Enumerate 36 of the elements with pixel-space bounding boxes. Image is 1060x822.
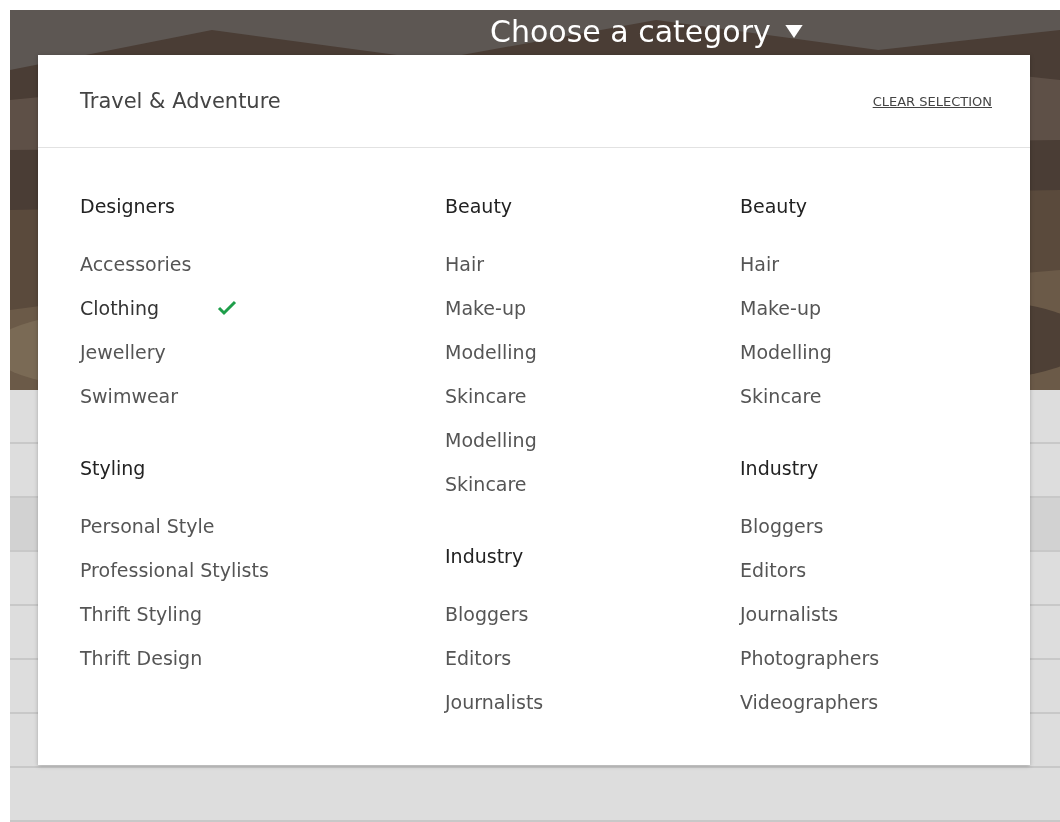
category-item[interactable]: Editors <box>445 636 740 680</box>
category-item[interactable]: Bloggers <box>740 504 880 548</box>
category-item[interactable]: Hair <box>740 242 880 286</box>
category-item[interactable]: Videographers <box>740 680 880 724</box>
category-item[interactable]: Editors <box>740 548 880 592</box>
category-item[interactable]: Modelling <box>740 330 880 374</box>
category-item[interactable]: Swimwear <box>80 374 445 418</box>
group-heading: Industry <box>740 456 820 481</box>
category-item[interactable]: Clothing <box>80 286 445 330</box>
category-item[interactable]: Thrift Design <box>80 636 445 680</box>
category-item[interactable]: Skincare <box>445 374 740 418</box>
category-item[interactable]: Professional Stylists <box>80 548 445 592</box>
category-item[interactable]: Modelling <box>445 418 740 462</box>
category-item[interactable]: Jewellery <box>80 330 445 374</box>
category-item[interactable]: Journalists <box>740 592 880 636</box>
group-heading: Beauty <box>445 194 514 219</box>
clear-selection-link[interactable]: CLEAR SELECTION <box>872 93 992 109</box>
caret-icon <box>784 25 803 38</box>
menu-title: Travel & Adventure <box>80 89 281 113</box>
category-item[interactable]: Hair <box>445 242 740 286</box>
category-item[interactable]: Bloggers <box>445 592 740 636</box>
dropdown-title[interactable]: Choose a category <box>490 14 803 49</box>
category-item[interactable]: Journalists <box>445 680 740 724</box>
category-item[interactable]: Skincare <box>740 374 880 418</box>
group-heading: Beauty <box>740 194 809 219</box>
group-heading: Styling <box>80 456 147 481</box>
category-item[interactable]: Accessories <box>80 242 445 286</box>
group-heading: Designers <box>80 194 176 219</box>
category-item[interactable]: Skincare <box>445 462 740 506</box>
category-item[interactable]: Make-up <box>740 286 880 330</box>
category-item[interactable]: Thrift Styling <box>80 592 445 636</box>
category-item[interactable]: Personal Style <box>80 504 445 548</box>
group-heading: Industry <box>445 544 525 569</box>
category-item[interactable]: Modelling <box>445 330 740 374</box>
category-item[interactable]: Make-up <box>445 286 740 330</box>
category-item[interactable]: Photographers <box>740 636 880 680</box>
